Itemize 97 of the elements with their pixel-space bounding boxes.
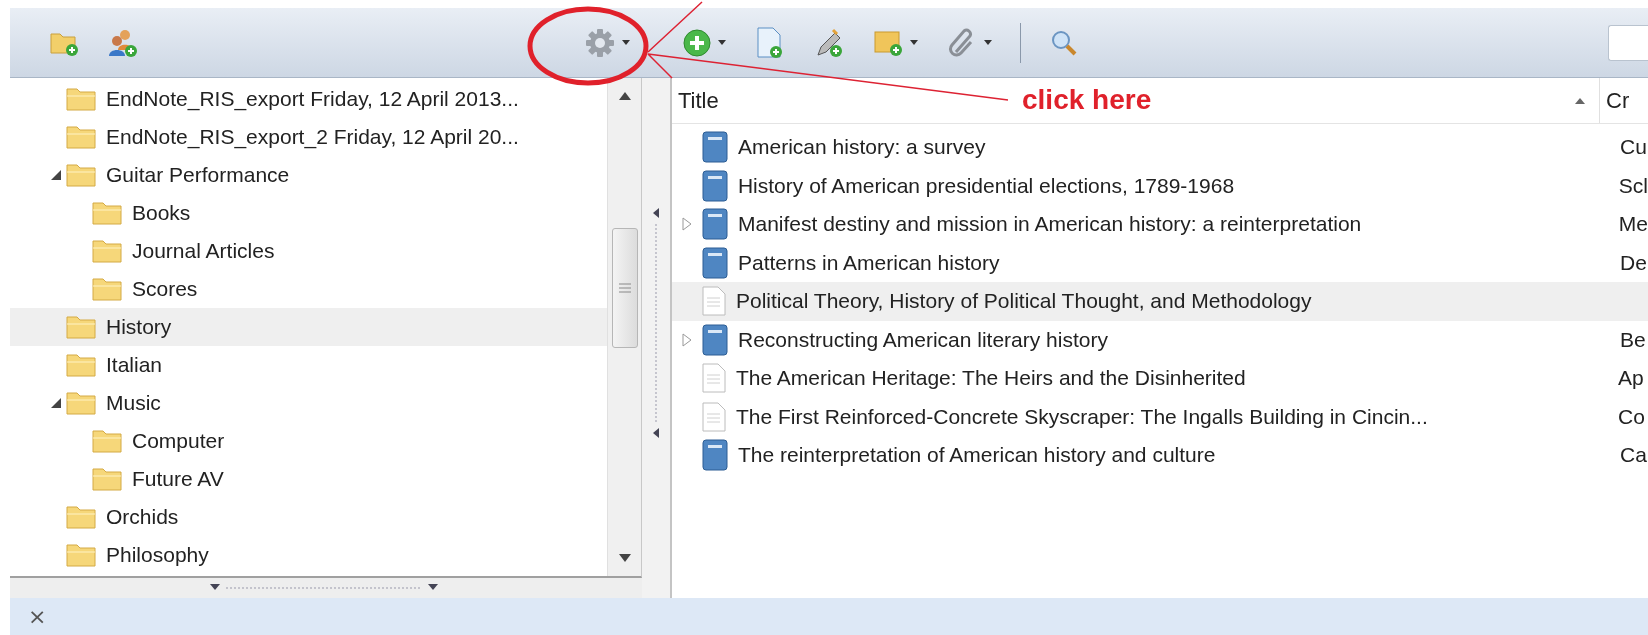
tree-item[interactable]: Music bbox=[10, 384, 607, 422]
table-cell-text: Ap bbox=[1617, 366, 1644, 391]
tree-item[interactable]: History bbox=[10, 308, 607, 346]
folder-label: Books bbox=[132, 201, 191, 225]
table-cell-text: Be bbox=[1619, 327, 1646, 352]
title-cell-text: The American Heritage: The Heirs and the Disinherited bbox=[735, 366, 1247, 391]
reference-row[interactable]: American history: a survey Cu bbox=[672, 128, 1648, 167]
reference-row[interactable]: The American Heritage: The Heirs and the Disinherited Ap bbox=[672, 359, 1648, 398]
search-field[interactable] bbox=[1608, 24, 1648, 61]
reference-row[interactable]: Patterns in American history De bbox=[672, 243, 1648, 282]
table-cell-text: Ca bbox=[1619, 443, 1647, 468]
scroll-down-icon[interactable] bbox=[618, 554, 631, 562]
title-cell-text: The reinterpretation of American history and culture bbox=[737, 443, 1217, 468]
folder-icon bbox=[92, 467, 122, 491]
folder-icon bbox=[66, 163, 96, 187]
tree-item[interactable]: Guitar Performance bbox=[10, 156, 607, 194]
callout-text: click here bbox=[1022, 84, 1152, 116]
reference-row[interactable]: Political Theory, History of Political Thought, and Methodology bbox=[672, 282, 1648, 321]
people-add-icon bbox=[108, 27, 138, 58]
folder-label: Italian bbox=[106, 353, 163, 377]
folder-icon bbox=[92, 239, 122, 263]
reference-row[interactable]: History of American presidential elections, 1789-1968 Scl bbox=[672, 166, 1648, 205]
folder-label: Orchids bbox=[106, 505, 179, 529]
folder-icon bbox=[66, 87, 96, 111]
caret-icon bbox=[622, 40, 630, 45]
title-cell-text: Patterns in American history bbox=[737, 250, 1001, 275]
expanded-arrow-icon[interactable] bbox=[50, 397, 62, 409]
column-title: Title bbox=[678, 87, 719, 114]
tree-item[interactable]: Scores bbox=[10, 270, 607, 308]
title-cell-text: The First Reinforced-Concrete Skyscraper: The Ingalls Building in Cincin... bbox=[735, 404, 1429, 429]
tree-item[interactable]: Computer bbox=[10, 422, 607, 460]
book-icon bbox=[702, 246, 728, 279]
folder-icon bbox=[92, 429, 122, 453]
tree-item[interactable]: Italian bbox=[10, 346, 607, 384]
add-circle-icon bbox=[682, 27, 712, 58]
folder-icon bbox=[92, 277, 122, 301]
tree-item[interactable]: Books bbox=[10, 194, 607, 232]
folder-icon bbox=[66, 353, 96, 377]
folder-label: Guitar Performance bbox=[106, 163, 290, 187]
document-icon bbox=[702, 286, 726, 317]
tree-item[interactable]: EndNote_RIS_export_2 Friday, 12 April 20... bbox=[10, 118, 607, 156]
folder-label: Scores bbox=[132, 277, 198, 301]
scroll-thumb[interactable] bbox=[611, 228, 638, 348]
document-icon bbox=[702, 401, 726, 432]
folder-icon bbox=[66, 543, 96, 567]
expanded-arrow-icon[interactable] bbox=[50, 169, 62, 181]
book-icon bbox=[702, 439, 728, 472]
book-icon bbox=[701, 169, 728, 202]
folder-label: EndNote_RIS_export_2 Friday, 12 April 20... bbox=[106, 125, 519, 149]
folder-label: Journal Articles bbox=[132, 239, 275, 263]
folder-icon bbox=[66, 315, 96, 339]
title-cell-text: Political Theory, History of Political Thought, and Methodology bbox=[735, 289, 1313, 314]
folder-icon bbox=[66, 391, 96, 415]
reference-row[interactable]: The reinterpretation of American history and culture Ca bbox=[672, 436, 1648, 475]
tree-item[interactable]: Philosophy bbox=[10, 536, 607, 574]
folder-label: Computer bbox=[132, 429, 225, 453]
expand-arrow-icon[interactable] bbox=[681, 217, 692, 232]
splitter-handle-icon[interactable] bbox=[651, 208, 661, 438]
title-cell-text: Reconstructing American literary history bbox=[737, 327, 1109, 352]
folder-icon bbox=[66, 125, 96, 149]
book-icon bbox=[701, 208, 728, 241]
table-cell-text: De bbox=[1619, 250, 1647, 275]
tree-item[interactable]: EndNote_RIS_export Friday, 12 April 2013... bbox=[10, 80, 607, 118]
close-button[interactable]: × bbox=[24, 604, 51, 629]
book-icon bbox=[702, 323, 728, 356]
folder-label: History bbox=[106, 315, 172, 339]
title-cell-text: American history: a survey bbox=[737, 135, 987, 160]
book-icon bbox=[702, 131, 728, 164]
document-icon bbox=[702, 363, 726, 394]
title-cell-text: History of American presidential elections, 1789-1968 bbox=[736, 173, 1236, 198]
expand-arrow-icon[interactable] bbox=[682, 332, 692, 347]
reference-row[interactable]: Reconstructing American literary history Be bbox=[672, 320, 1648, 359]
caret-icon bbox=[718, 40, 726, 45]
title-cell-text: Manifest destiny and mission in American history: a reinterpretation bbox=[736, 212, 1363, 237]
folder-label: EndNote_RIS_export Friday, 12 April 2013... bbox=[106, 87, 519, 111]
pencil-add-icon bbox=[814, 26, 844, 59]
document-add-icon bbox=[756, 26, 784, 59]
caret-icon bbox=[910, 40, 918, 45]
scroll-up-icon[interactable] bbox=[618, 92, 631, 100]
table-cell-text: Me bbox=[1617, 212, 1648, 237]
tree-item[interactable]: Future AV bbox=[10, 460, 607, 498]
folder-icon bbox=[92, 201, 122, 225]
reference-row[interactable]: Manifest destiny and mission in American history: a reinterpretation Me bbox=[672, 205, 1648, 244]
folder-label: Philosophy bbox=[106, 543, 209, 567]
caret-icon bbox=[984, 40, 992, 45]
table-cell-text: Co bbox=[1617, 404, 1645, 429]
scrollbar[interactable] bbox=[607, 78, 641, 576]
tree-item[interactable]: Journal Articles bbox=[10, 232, 607, 270]
folder-label: Future AV bbox=[132, 467, 224, 491]
column-header[interactable]: Cr bbox=[1600, 78, 1648, 123]
table-cell-text: Scl bbox=[1617, 173, 1648, 198]
tree-item[interactable]: Orchids bbox=[10, 498, 607, 536]
gear-icon bbox=[584, 26, 616, 59]
reference-row[interactable]: The First Reinforced-Concrete Skyscraper: The Ingalls Building in Cincin... Co bbox=[672, 397, 1648, 436]
table-cell-text: Cu bbox=[1619, 135, 1647, 160]
folder-label: Music bbox=[106, 391, 161, 415]
folder-icon bbox=[66, 505, 96, 529]
